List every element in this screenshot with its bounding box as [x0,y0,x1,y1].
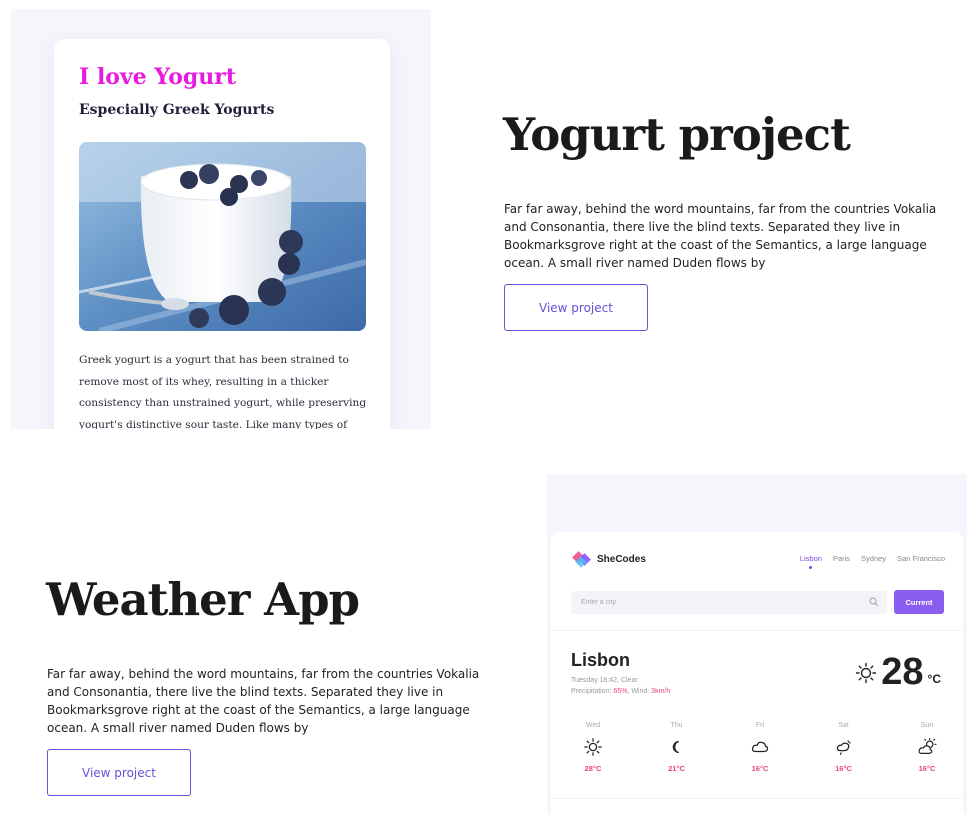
weather-view-project-button[interactable]: View project [47,749,191,796]
forecast-day: Sun 16°C [905,722,949,773]
yogurt-project-description: Far far away, behind the word mountains,… [504,202,937,270]
forecast-day-name: Sat [838,722,849,729]
yogurt-preview-body: Greek yogurt is a yogurt that has been s… [79,354,367,429]
temperature-unit[interactable]: °C [928,672,941,686]
divider [551,630,963,631]
forecast-day: Fri 16°C [738,722,782,773]
precip-label: Precipitation: [571,688,614,695]
cloud-icon [751,741,769,753]
yogurt-view-project-button[interactable]: View project [504,284,648,331]
yogurt-preview-subtitle: Especially Greek Yogurts [79,102,275,118]
shecodes-logo-text: SheCodes [597,553,646,565]
sun-icon [856,662,877,684]
moon-icon [672,740,679,754]
weather-card: SheCodes Lisbon Paris Sydney San Francis… [551,532,963,814]
wind-value: 3km/h [651,688,671,695]
city-link-lisbon[interactable]: Lisbon [800,554,822,569]
weather-project-description: Far far away, behind the word mountains,… [47,667,480,735]
forecast-temp: 16°C [835,764,852,773]
forecast-row: Wed 28°C Thu 21°C Fri 16°C Sat 16°C Sun … [571,722,949,773]
wind-label: , Wind: [627,688,652,695]
yogurt-preview-title: I love Yogurt [79,64,237,90]
forecast-day: Wed 28°C [571,722,615,773]
yogurt-project-title: Yogurt project [503,108,851,161]
current-datetime: Tuesday 18:42, Clear [571,677,638,684]
sun-cloud-icon [918,737,937,754]
shecodes-logo: SheCodes [572,550,646,568]
forecast-day: Thu 21°C [655,722,699,773]
city-link-san-francisco[interactable]: San Francisco [897,554,945,563]
forecast-day: Sat 16°C [822,722,866,773]
yogurt-card: I love Yogurt Especially Greek Yogurts G… [54,39,390,429]
temperature-value: 28 [881,651,924,693]
forecast-day-name: Sun [920,722,934,729]
forecast-day-name: Fri [755,722,765,729]
search-icon[interactable] [869,597,879,607]
current-temperature: 28 °C [855,652,941,692]
forecast-temp: 16°C [918,764,936,773]
city-link-paris[interactable]: Paris [833,554,850,563]
shecodes-logo-icon [572,551,591,568]
precip-value: 65% [613,688,628,695]
city-nav: Lisbon Paris Sydney San Francisco [800,554,945,569]
current-location-button[interactable]: Current [894,590,944,614]
city-link-sydney[interactable]: Sydney [861,554,886,563]
forecast-day-name: Wed [585,722,601,729]
forecast-day-name: Thu [670,722,683,729]
city-search-box [571,591,887,614]
divider [551,798,963,799]
city-search-input[interactable] [571,591,887,614]
current-weather-details: Tuesday 18:42, Clear Precipitation: 65%,… [571,675,670,697]
forecast-temp: 28°C [584,764,602,773]
precip-wind-line: Precipitation: 65%, Wind: 3km/h [571,686,670,697]
weather-app-preview: SheCodes Lisbon Paris Sydney San Francis… [547,474,967,814]
sun-icon [584,738,602,756]
current-city-name: Lisbon [571,650,630,670]
forecast-temp: 21°C [668,764,685,773]
forecast-temp: 16°C [751,764,769,773]
yogurt-project-preview: I love Yogurt Especially Greek Yogurts G… [11,9,431,429]
yogurt-photo [79,142,366,331]
cloud-rain-icon [836,740,851,755]
weather-project-title: Weather App [46,573,360,626]
yogurt-photo-art [79,142,366,331]
